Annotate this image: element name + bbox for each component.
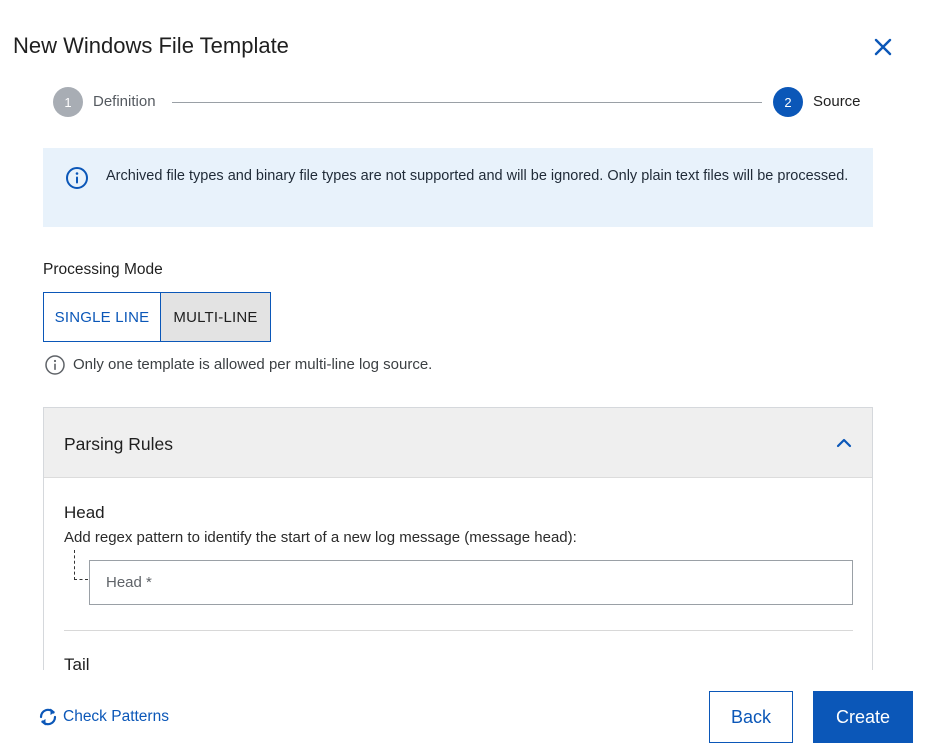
info-banner-text: Archived file types and binary file type… xyxy=(106,168,849,184)
close-icon xyxy=(874,38,892,56)
info-banner xyxy=(43,148,873,227)
tree-connector xyxy=(74,550,88,580)
back-button[interactable]: Back xyxy=(709,691,793,743)
single-line-toggle[interactable]: SINGLE LINE xyxy=(43,292,160,342)
rule-divider xyxy=(64,630,853,631)
processing-mode-label: Processing Mode xyxy=(43,261,163,278)
info-icon xyxy=(65,166,89,190)
check-patterns-link[interactable]: Check Patterns xyxy=(36,704,169,730)
create-button[interactable]: Create xyxy=(813,691,913,743)
step-2-label: Source xyxy=(813,93,861,110)
parsing-rules-title: Parsing Rules xyxy=(64,434,173,454)
close-button[interactable] xyxy=(870,34,896,60)
head-regex-input[interactable] xyxy=(89,560,853,605)
head-label: Head xyxy=(64,503,105,522)
check-patterns-label: Check Patterns xyxy=(63,708,169,725)
step-2-number: 2 xyxy=(773,87,803,117)
step-1-number: 1 xyxy=(53,87,83,117)
hint-info-icon xyxy=(44,354,66,376)
dialog-title: New Windows File Template xyxy=(13,33,289,58)
tail-label: Tail xyxy=(64,655,90,670)
multi-line-toggle[interactable]: MULTI-LINE xyxy=(160,292,271,342)
head-description: Add regex pattern to identify the start … xyxy=(64,529,577,546)
parsing-rules-header[interactable]: Parsing Rules xyxy=(44,408,872,478)
parsing-rules-accordion: Parsing Rules Head Add regex pattern to … xyxy=(43,407,873,670)
step-1-label: Definition xyxy=(93,93,156,110)
chevron-up-icon[interactable] xyxy=(834,433,854,453)
stepper-connector xyxy=(172,102,762,103)
multi-line-hint: Only one template is allowed per multi-l… xyxy=(73,356,433,373)
refresh-icon xyxy=(39,708,57,726)
